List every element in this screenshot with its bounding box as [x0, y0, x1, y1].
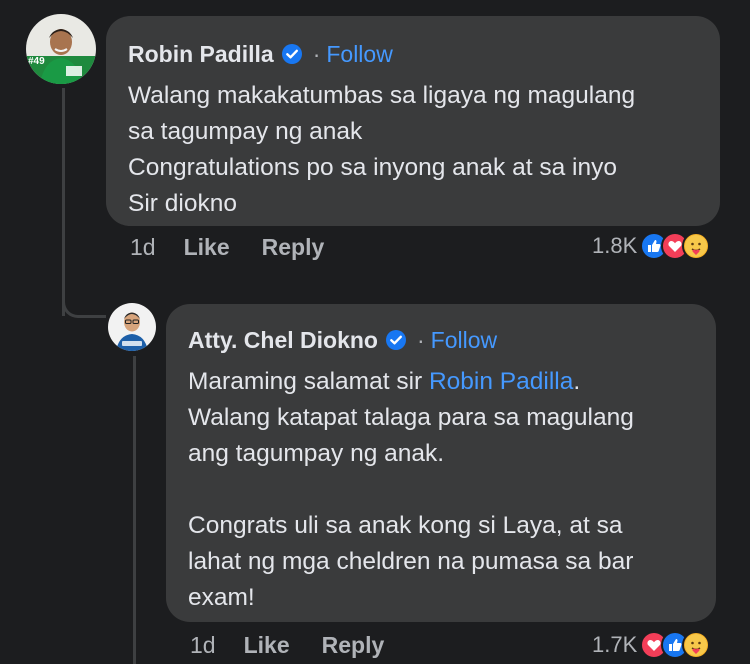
- reply-line: lahat ng mga cheldren na pumasa sa bar: [188, 548, 634, 575]
- paragraph-break: [188, 472, 696, 508]
- reply-author-name[interactable]: Atty. Chel Diokno: [188, 327, 378, 354]
- reply-actions: 1d Like Reply: [190, 632, 416, 659]
- reply-line: ang tagumpay ng anak.: [188, 440, 445, 467]
- verified-badge-icon: [281, 43, 303, 65]
- comment-timestamp[interactable]: 1d: [130, 234, 156, 261]
- mention-link[interactable]: Robin Padilla: [429, 368, 573, 395]
- reaction-count: 1.8K: [592, 233, 638, 258]
- comment-bubble: Robin Padilla · Follow Walang makakatumb…: [106, 16, 720, 226]
- care-icon: [682, 232, 711, 260]
- reply-line-suffix: .: [573, 368, 581, 395]
- reply-button[interactable]: Reply: [262, 234, 325, 261]
- reply-connector-line: [133, 356, 136, 664]
- comment-line: Walang makakatumbas sa ligaya ng magulan…: [128, 82, 636, 109]
- avatar-robin-padilla[interactable]: #49: [26, 14, 96, 84]
- reply-header: Atty. Chel Diokno · Follow: [188, 324, 696, 356]
- reaction-summary[interactable]: 1.8K: [592, 232, 711, 260]
- avatar-badge: #49: [28, 56, 45, 67]
- reaction-count: 1.7K: [592, 632, 638, 657]
- follow-button[interactable]: Follow: [326, 41, 392, 68]
- reply-button[interactable]: Reply: [322, 632, 385, 659]
- reply-bubble: Atty. Chel Diokno · Follow Maraming sala…: [166, 304, 716, 622]
- care-icon: [682, 631, 711, 659]
- reply-line: exam!: [188, 584, 255, 611]
- comment-thread: #49 Robin Padilla · Follow Walang makaka…: [0, 0, 750, 664]
- like-button[interactable]: Like: [184, 234, 230, 261]
- reaction-summary[interactable]: 1.7K: [592, 631, 711, 659]
- reply-line: Congrats uli sa anak kong si Laya, at sa: [188, 512, 623, 539]
- comment-text: Walang makakatumbas sa ligaya ng magulan…: [128, 78, 696, 222]
- reply-line: Walang katapat talaga para sa magulang: [188, 404, 634, 431]
- comment-header: Robin Padilla · Follow: [128, 38, 696, 70]
- comment-author-name[interactable]: Robin Padilla: [128, 41, 274, 68]
- reply-timestamp[interactable]: 1d: [190, 632, 216, 659]
- separator-dot: ·: [312, 40, 321, 67]
- comment-line: Sir diokno: [128, 190, 237, 217]
- thread-connector-elbow: [62, 262, 106, 318]
- comment-actions: 1d Like Reply: [130, 234, 356, 261]
- comment-line: sa tagumpay ng anak: [128, 118, 363, 145]
- reply-line: Maraming salamat sir Robin Padilla.: [188, 364, 696, 400]
- like-button[interactable]: Like: [244, 632, 290, 659]
- verified-badge-icon: [385, 329, 407, 351]
- reply-text: Maraming salamat sir Robin Padilla. Wala…: [188, 364, 696, 616]
- follow-button[interactable]: Follow: [431, 327, 497, 354]
- avatar-chel-diokno[interactable]: [108, 303, 156, 351]
- separator-dot: ·: [416, 326, 425, 353]
- comment-line: Congratulations po sa inyong anak at sa …: [128, 154, 617, 181]
- reply-line-prefix: Maraming salamat sir: [188, 368, 429, 395]
